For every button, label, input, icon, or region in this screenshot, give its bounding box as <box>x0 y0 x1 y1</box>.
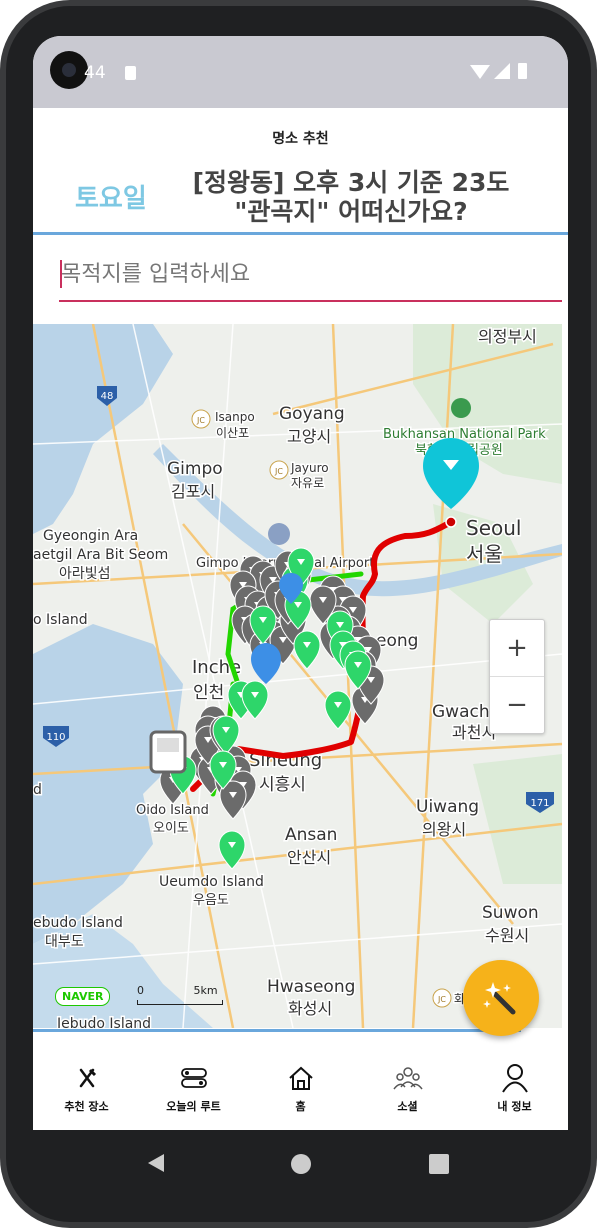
zoom-controls: + − <box>489 619 545 734</box>
label-ansan-ko: 안산시 <box>287 848 331 867</box>
label-gyeongin-ko: 아라빛섬 <box>59 566 111 582</box>
nav-label: 소셜 <box>397 1100 418 1113</box>
nav-route[interactable]: 오늘의 루트 <box>140 1062 247 1114</box>
label-gwacheon-en: Gwach <box>432 702 490 722</box>
label-seoul-en: Seoul <box>466 516 521 540</box>
recents-icon[interactable] <box>429 1154 449 1174</box>
label-uijeongbu: 의정부시 <box>478 327 537 346</box>
jc-hwaseong: JC <box>437 995 446 1004</box>
label-gimpo-en: Gimpo <box>167 459 223 479</box>
label-uiwang-ko: 의왕시 <box>422 820 466 839</box>
label-seong: eong <box>376 631 418 651</box>
recommendation-line: "관곡지" 어떠신가요? <box>234 197 468 226</box>
android-nav-bar <box>33 1130 568 1198</box>
home-circle-icon[interactable] <box>291 1154 311 1174</box>
jc-jayuro: JC <box>274 467 283 476</box>
destination-search[interactable] <box>59 252 562 302</box>
label-oido-ko: 오이도 <box>153 821 189 836</box>
label-oido-en: Oido Island <box>136 803 209 818</box>
label-isanpo-ko: 이산포 <box>216 426 249 440</box>
label-ansan-en: Ansan <box>285 825 337 845</box>
jc-isanpo: JC <box>196 416 205 425</box>
weather-line: [정왕동] 오후 3시 기준 23도 <box>192 168 510 197</box>
back-icon[interactable] <box>148 1154 164 1172</box>
label-seoul-ko: 서울 <box>466 542 503 566</box>
nav-social[interactable]: 소셜 <box>354 1062 461 1114</box>
wifi-icon <box>470 65 490 79</box>
label-siheung-ko: 시흥시 <box>259 775 306 795</box>
home-icon <box>247 1062 354 1094</box>
label-ueumdo-ko: 우음도 <box>193 893 229 908</box>
zoom-out-button[interactable]: − <box>490 677 544 733</box>
day-label: 토요일 <box>75 184 147 214</box>
label-suwon-ko: 수원시 <box>485 926 529 945</box>
label-bukhansan-en: Bukhansan National Park <box>383 427 546 442</box>
route-icon <box>140 1062 247 1094</box>
label-hwaseong-ko: 화성시 <box>288 999 332 1018</box>
map-view[interactable]: 48 110 171 JC JC JC 의정부시 Goyang 고양시 Isan… <box>33 324 562 1028</box>
label-jayuro-ko: 자유로 <box>291 476 324 490</box>
label-suwon-en: Suwon <box>482 903 539 923</box>
nav-profile[interactable]: 내 정보 <box>461 1062 568 1114</box>
label-daebudo-en: ebudo Island <box>33 915 123 931</box>
nav-label: 추천 장소 <box>64 1100 109 1113</box>
label-jebudo-en: Jebudo Island <box>56 1016 151 1028</box>
sd-card-icon <box>125 66 136 80</box>
front-camera <box>50 51 88 89</box>
label-goyang-en: Goyang <box>279 404 345 424</box>
map-scale: 0 5km <box>137 984 218 997</box>
label-ueumdo-en: Ueumdo Island <box>159 874 264 890</box>
status-time: 44 <box>84 63 106 83</box>
bottom-navigation: 추천 장소 오늘의 루트 홈 소셜 내 정보 <box>33 1054 568 1130</box>
label-daebudo-ko: 대부도 <box>45 934 84 950</box>
label-uiwang-en: Uiwang <box>416 797 479 817</box>
label-gyeongin-en2: aetgil Ara Bit Seom <box>33 547 168 563</box>
highway-48: 48 <box>101 391 114 402</box>
battery-icon <box>518 63 527 79</box>
label-goyang-ko: 고양시 <box>287 427 331 446</box>
text-cursor <box>60 260 62 288</box>
highway-110: 110 <box>46 732 65 743</box>
naver-logo: NAVER <box>55 987 111 1006</box>
recommendation-banner: [정왕동] 오후 3시 기준 23도 "관곡지" 어떠신가요? <box>161 168 541 226</box>
nav-label: 오늘의 루트 <box>166 1100 221 1113</box>
label-incheon-ko: 인천 <box>193 683 224 703</box>
nav-label: 내 정보 <box>497 1100 532 1113</box>
app-header: 명소 추천 <box>33 108 568 162</box>
nav-recommended[interactable]: 추천 장소 <box>33 1062 140 1114</box>
destination-input[interactable] <box>59 252 551 296</box>
map-canvas[interactable]: 48 110 171 JC JC JC 의정부시 Goyang 고양시 Isan… <box>33 324 562 1028</box>
nav-home[interactable]: 홈 <box>247 1062 354 1114</box>
fork-knife-icon <box>33 1062 140 1094</box>
label-left-d: d <box>33 782 42 798</box>
status-bar: 44 <box>33 36 568 108</box>
label-gimpo-ko: 김포시 <box>171 482 215 501</box>
scale-bar <box>137 1000 223 1005</box>
scale-km: 5km <box>193 984 218 997</box>
map-loading-bar <box>33 1029 521 1032</box>
zoom-in-button[interactable]: + <box>490 620 544 677</box>
page-title: 명소 추천 <box>272 131 329 147</box>
people-icon <box>354 1062 461 1094</box>
label-jayuro-en: Jayuro <box>290 461 329 475</box>
highway-171: 171 <box>530 798 549 809</box>
app-screen: 44 명소 추천 토요일 [정왕동] 오후 3시 기준 23도 "관곡지" 어떠… <box>33 36 568 1130</box>
header-divider <box>33 232 568 235</box>
nav-label: 홈 <box>295 1100 306 1113</box>
label-gyeongin-en1: Gyeongin Ara <box>43 528 138 544</box>
status-icons <box>470 63 532 81</box>
person-icon <box>461 1062 568 1094</box>
signal-icon <box>494 63 510 79</box>
magic-wand-icon <box>483 982 516 1015</box>
label-island: o Island <box>33 612 88 628</box>
label-isanpo-en: Isanpo <box>215 410 255 424</box>
label-hwaseong-en: Hwaseong <box>267 977 355 997</box>
magic-wand-button[interactable] <box>463 960 539 1036</box>
scale-zero: 0 <box>137 984 144 997</box>
